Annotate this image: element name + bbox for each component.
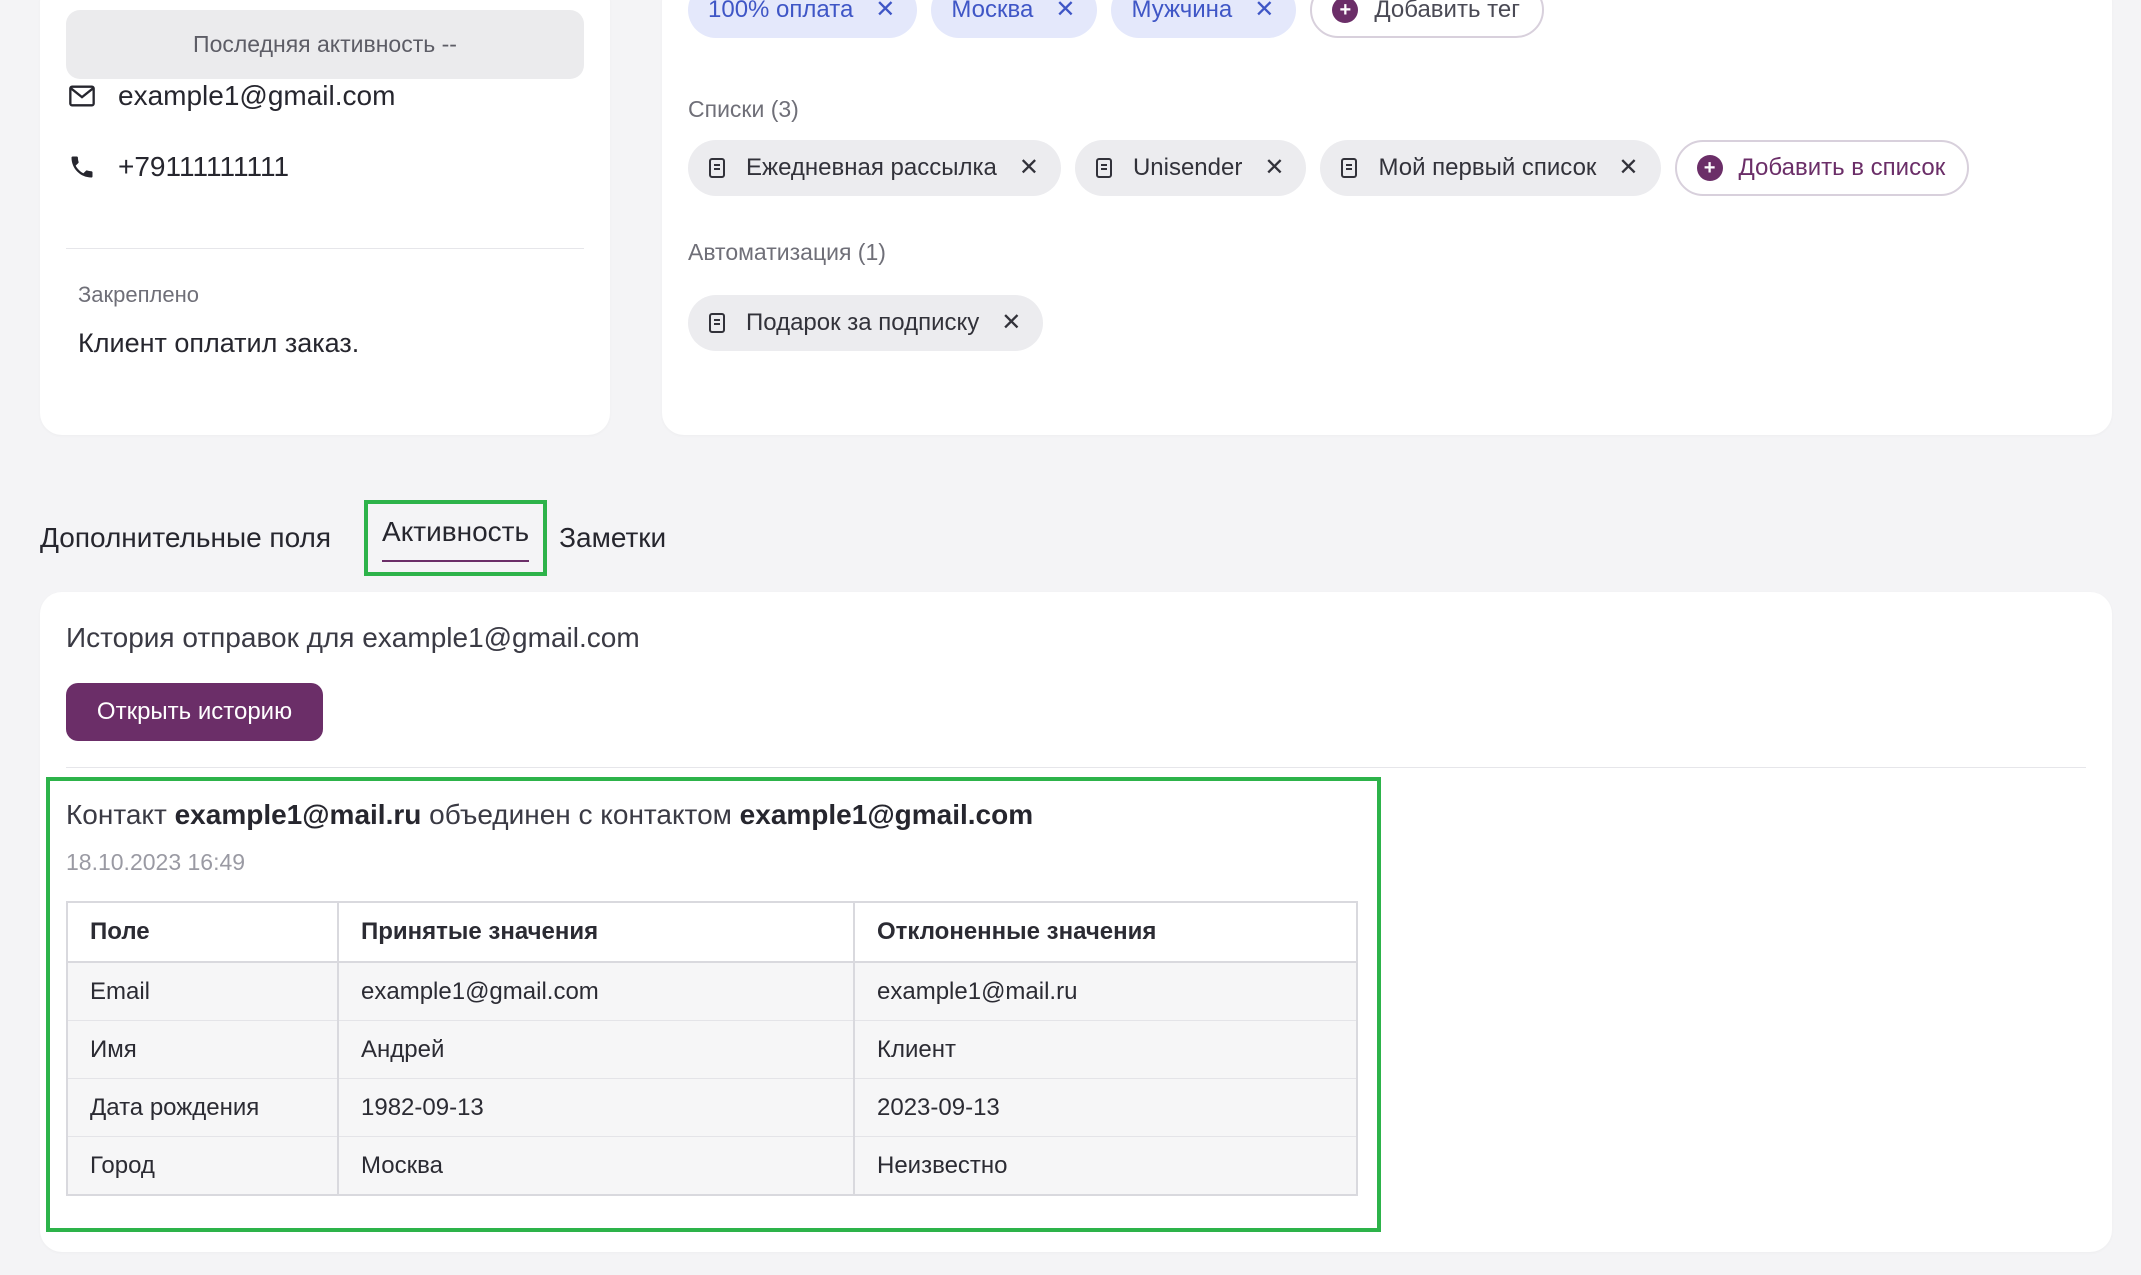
table-cell: example1@mail.ru xyxy=(853,962,1358,1021)
table-cell: 2023-09-13 xyxy=(853,1078,1358,1137)
add-to-list-button[interactable]: + Добавить в список xyxy=(1674,140,1970,196)
list-label: Мой первый список xyxy=(1378,154,1597,181)
merge-prefix: Контакт xyxy=(66,799,175,830)
column-header-field: Поле xyxy=(66,901,339,963)
table-row: Город Москва Неизвестно xyxy=(66,1136,1358,1196)
tag-label: Москва xyxy=(951,0,1034,23)
column-header-accepted: Принятые значения xyxy=(337,901,855,963)
tag-label: Мужчина xyxy=(1131,0,1233,23)
pinned-note-text: Клиент оплатил заказ. xyxy=(78,328,360,358)
table-cell: Город xyxy=(66,1136,339,1196)
document-icon xyxy=(1341,158,1358,178)
plus-circle-icon: + xyxy=(1332,0,1359,23)
merge-table: Поле Принятые значения Отклоненные значе… xyxy=(66,901,1358,1196)
divider xyxy=(66,767,2086,768)
table-header-row: Поле Принятые значения Отклоненные значе… xyxy=(66,901,1358,963)
list-chip[interactable]: Мой первый список ✕ xyxy=(1320,140,1661,196)
table-cell: Москва xyxy=(337,1136,855,1196)
open-history-button[interactable]: Открыть историю xyxy=(66,683,323,741)
table-row: Дата рождения 1982-09-13 2023-09-13 xyxy=(66,1078,1358,1137)
table-cell: Имя xyxy=(66,1020,339,1079)
automation-label-text: Подарок за подписку xyxy=(746,309,980,336)
document-icon xyxy=(709,313,725,333)
add-tag-label: Добавить тег xyxy=(1374,0,1520,23)
table-cell: Клиент xyxy=(853,1020,1358,1079)
plus-circle-icon: + xyxy=(1696,155,1723,181)
merge-event-title: Контакт example1@mail.ru объединен с кон… xyxy=(66,799,1033,831)
merge-middle: объединен с контактом xyxy=(421,799,740,830)
phone-row: +79111111111 xyxy=(68,151,289,183)
table-cell: Дата рождения xyxy=(66,1078,339,1137)
table-row: Имя Андрей Клиент xyxy=(66,1020,1358,1079)
tab-notes[interactable]: Заметки xyxy=(559,522,666,554)
phone-value[interactable]: +79111111111 xyxy=(118,151,289,183)
tag-label: 100% оплата xyxy=(708,0,854,23)
table-cell: Неизвестно xyxy=(853,1136,1358,1196)
email-value[interactable]: example1@gmail.com xyxy=(118,80,395,112)
automation-chip[interactable]: Подарок за подписку ✕ xyxy=(688,295,1044,351)
table-cell: Email xyxy=(66,962,339,1021)
close-icon[interactable]: ✕ xyxy=(1254,0,1274,22)
automation-label: Автоматизация (1) xyxy=(688,239,886,265)
activity-panel: История отправок для example1@gmail.com … xyxy=(40,592,2112,1252)
list-chip[interactable]: Unisender ✕ xyxy=(1074,140,1307,196)
lists-row: Ежедневная рассылка ✕ Unisender ✕ Мой пе… xyxy=(688,140,1970,196)
merge-target-contact: example1@gmail.com xyxy=(739,799,1034,830)
close-icon[interactable]: ✕ xyxy=(1618,156,1638,180)
merge-source-contact: example1@mail.ru xyxy=(174,799,422,830)
segments-card: 100% оплата ✕ Москва ✕ Мужчина ✕ + Добав… xyxy=(662,0,2112,435)
close-icon[interactable]: ✕ xyxy=(875,0,895,22)
contact-info-card: Последняя активность -- example1@gmail.c… xyxy=(40,0,610,435)
close-icon[interactable]: ✕ xyxy=(1055,0,1075,22)
tags-row: 100% оплата ✕ Москва ✕ Мужчина ✕ + Добав… xyxy=(688,0,1544,38)
pinned-label: Закреплено xyxy=(78,282,199,307)
document-icon xyxy=(1095,158,1112,178)
email-row: example1@gmail.com xyxy=(68,80,395,112)
tab-additional-fields[interactable]: Дополнительные поля xyxy=(40,522,331,554)
phone-icon xyxy=(71,156,93,178)
tab-activity[interactable]: Активность xyxy=(382,516,530,562)
table-row: Email example1@gmail.com example1@mail.r… xyxy=(66,962,1358,1021)
list-label: Unisender xyxy=(1132,154,1243,181)
table-cell: example1@gmail.com xyxy=(337,962,855,1021)
divider xyxy=(66,248,584,249)
history-title: История отправок для example1@gmail.com xyxy=(66,622,640,653)
list-label: Ежедневная рассылка xyxy=(746,154,997,181)
merge-event: Контакт example1@mail.ru объединен с кон… xyxy=(46,777,1381,1232)
contact-tabs: Дополнительные поля Активность Заметки xyxy=(40,500,666,576)
document-icon xyxy=(709,158,725,178)
last-activity-badge: Последняя активность -- xyxy=(66,10,584,79)
close-icon[interactable]: ✕ xyxy=(1264,156,1284,180)
envelope-icon xyxy=(69,85,95,107)
lists-label: Списки (3) xyxy=(688,96,799,122)
automation-row: Подарок за подписку ✕ xyxy=(688,295,1044,351)
tag-chip[interactable]: 100% оплата ✕ xyxy=(688,0,918,38)
column-header-rejected: Отклоненные значения xyxy=(853,901,1358,963)
close-icon[interactable]: ✕ xyxy=(1019,156,1039,180)
tag-chip[interactable]: Мужчина ✕ xyxy=(1111,0,1297,38)
close-icon[interactable]: ✕ xyxy=(1001,311,1021,335)
table-cell: 1982-09-13 xyxy=(337,1078,855,1137)
add-tag-button[interactable]: + Добавить тег xyxy=(1310,0,1544,38)
tab-activity-highlight: Активность xyxy=(364,500,548,576)
add-to-list-label: Добавить в список xyxy=(1738,154,1946,181)
merge-timestamp: 18.10.2023 16:49 xyxy=(66,849,246,875)
tag-chip[interactable]: Москва ✕ xyxy=(931,0,1098,38)
list-chip[interactable]: Ежедневная рассылка ✕ xyxy=(688,140,1061,196)
table-cell: Андрей xyxy=(337,1020,855,1079)
